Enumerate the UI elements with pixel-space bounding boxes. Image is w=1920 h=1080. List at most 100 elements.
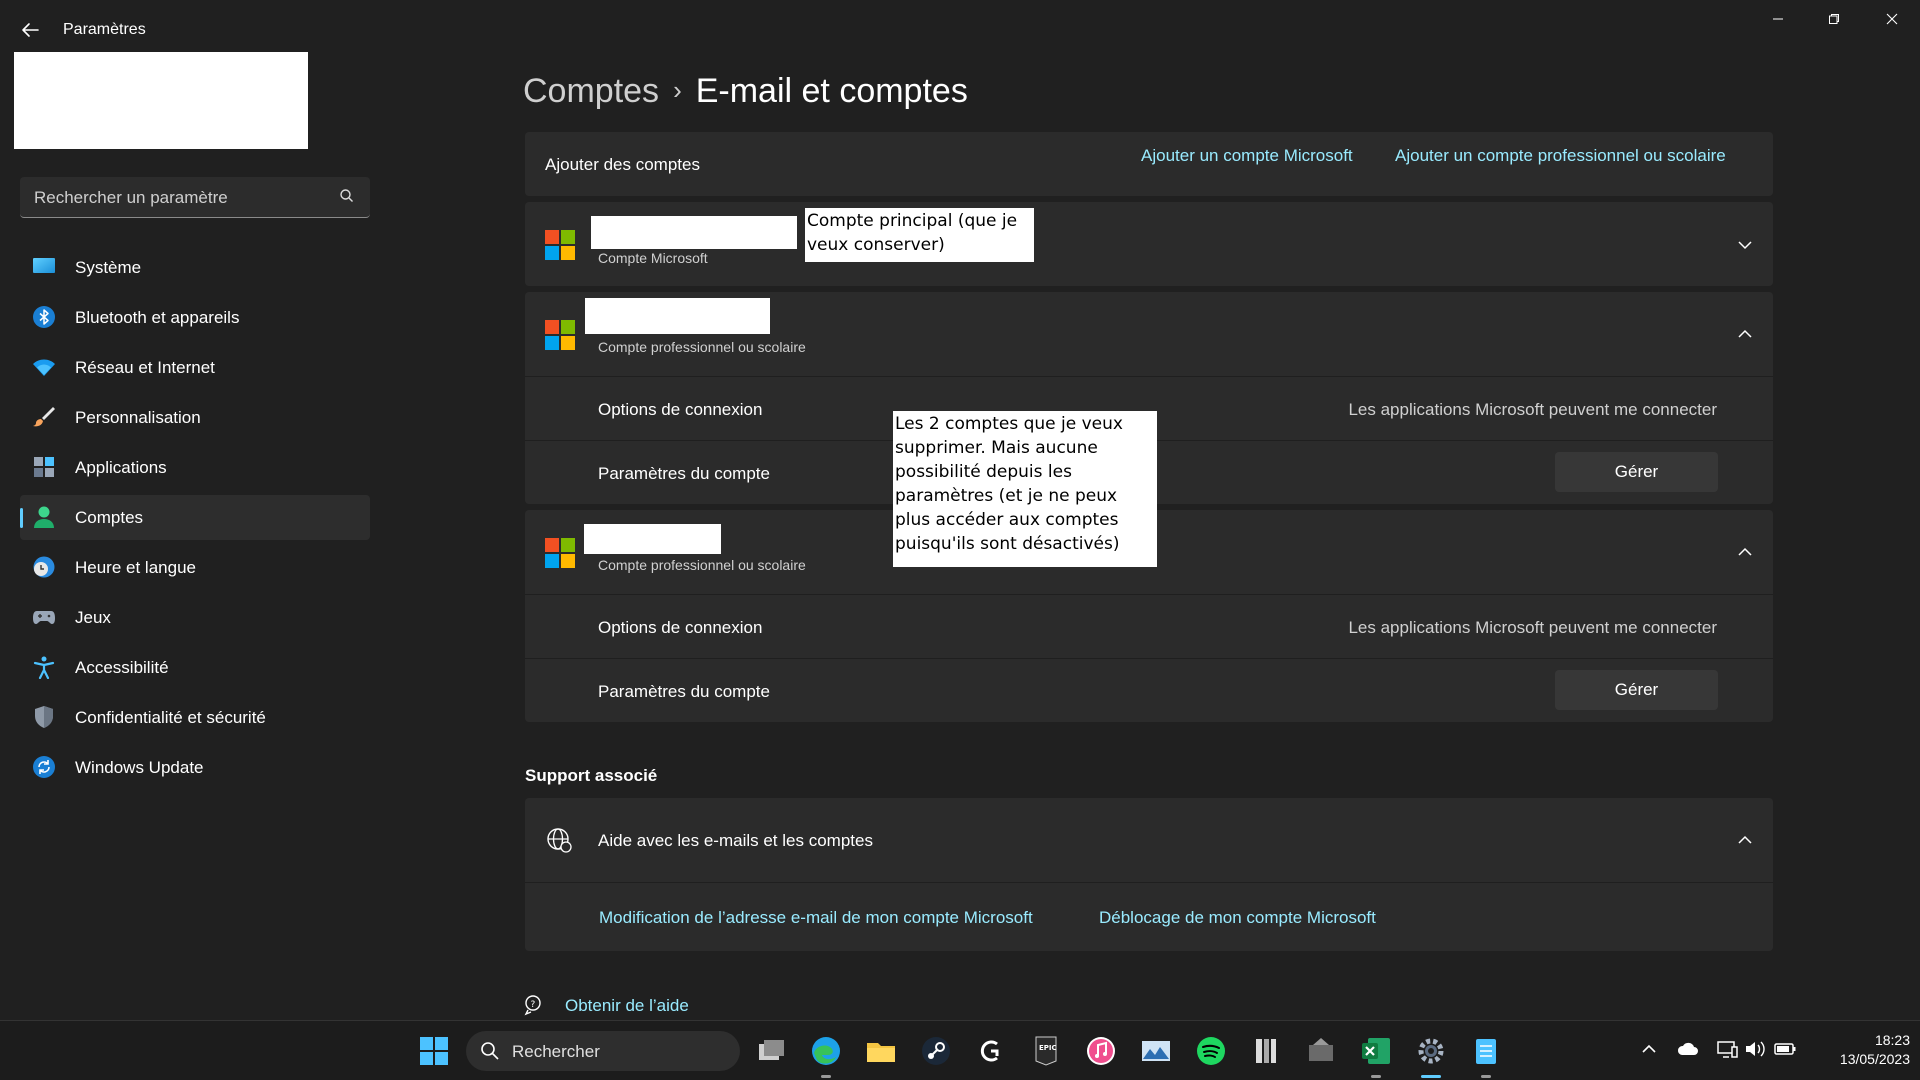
cloud-icon[interactable] — [1676, 1037, 1700, 1061]
search-placeholder: Rechercher un paramètre — [34, 188, 228, 207]
sidebar-item-bluetooth[interactable]: Bluetooth et appareils — [20, 295, 370, 340]
logitech-icon[interactable] — [975, 1035, 1007, 1067]
sidebar-item-windows-update[interactable]: Windows Update — [20, 745, 370, 790]
settings-icon[interactable] — [1415, 1035, 1447, 1067]
manage-button[interactable]: Gérer — [1555, 452, 1718, 492]
chevron-up-icon[interactable] — [1637, 1037, 1661, 1061]
get-help-link[interactable]: Obtenir de l’aide — [565, 996, 689, 1016]
account-type: Compte Microsoft — [598, 250, 708, 266]
clock-time: 18:23 — [1874, 1032, 1910, 1048]
chevron-down-icon[interactable] — [1735, 235, 1755, 255]
support-section-title: Support associé — [525, 766, 658, 785]
running-indicator — [1371, 1075, 1381, 1078]
accessibility-icon — [32, 655, 56, 680]
chevron-up-icon[interactable] — [1735, 324, 1755, 344]
app-icon-2[interactable] — [1305, 1035, 1337, 1067]
sidebar-item-personnalisation[interactable]: Personnalisation — [20, 395, 370, 440]
add-work-account-link[interactable]: Ajouter un compte professionnel ou scola… — [1395, 146, 1726, 166]
divider — [525, 376, 1773, 377]
support-card: Aide avec les e-mails et les comptes Mod… — [525, 798, 1773, 951]
itunes-icon[interactable] — [1085, 1035, 1117, 1067]
chevron-up-icon[interactable] — [1735, 830, 1755, 850]
sidebar-item-reseau[interactable]: Réseau et Internet — [20, 345, 370, 390]
chevron-up-icon[interactable] — [1735, 542, 1755, 562]
close-icon[interactable] — [1870, 8, 1914, 32]
battery-icon[interactable] — [1773, 1037, 1797, 1061]
change-email-link[interactable]: Modification de l’adresse e-mail de mon … — [599, 908, 1033, 928]
steam-icon[interactable] — [920, 1035, 952, 1067]
maximize-icon[interactable] — [1812, 8, 1856, 32]
task-view-icon[interactable] — [755, 1035, 787, 1067]
sidebar-item-jeux[interactable]: Jeux — [20, 595, 370, 640]
update-icon — [32, 755, 56, 779]
sidebar-item-label: Windows Update — [75, 758, 204, 777]
profile-redacted — [14, 52, 308, 149]
edge-icon[interactable] — [810, 1035, 842, 1067]
taskbar-search-label: Rechercher — [512, 1042, 600, 1061]
account-name-redacted — [584, 524, 721, 554]
microsoft-logo-icon — [545, 320, 575, 350]
running-indicator — [821, 1075, 831, 1078]
add-accounts-label: Ajouter des comptes — [545, 155, 700, 174]
account-settings-label: Paramètres du compte — [598, 464, 770, 483]
spotify-icon[interactable] — [1195, 1035, 1227, 1067]
sign-in-options-label: Options de connexion — [598, 400, 763, 419]
active-indicator — [1421, 1075, 1441, 1078]
taskbar: Rechercher EPIC 18:23 13/05/2023 — [0, 1020, 1920, 1080]
sidebar-item-label: Personnalisation — [75, 408, 201, 427]
globe-help-icon — [545, 826, 573, 854]
sign-in-options-value[interactable]: Les applications Microsoft peuvent me co… — [1348, 618, 1717, 638]
file-explorer-icon[interactable] — [865, 1035, 897, 1067]
network-icon[interactable] — [1715, 1037, 1739, 1061]
sidebar-item-label: Jeux — [75, 608, 111, 627]
sidebar-item-label: Accessibilité — [75, 658, 169, 677]
divider — [525, 658, 1773, 659]
chevron-right-icon: › — [673, 75, 682, 105]
sidebar-item-heure-langue[interactable]: Heure et langue — [20, 545, 370, 590]
account-type: Compte professionnel ou scolaire — [598, 339, 806, 355]
photo-app-icon[interactable] — [1140, 1035, 1172, 1067]
system-clock[interactable]: 18:23 13/05/2023 — [1810, 1031, 1910, 1069]
page-title: Comptes › E-mail et comptes — [523, 72, 968, 111]
search-icon — [480, 1041, 500, 1066]
windows-start-icon[interactable] — [418, 1035, 450, 1067]
account-name-redacted — [591, 216, 797, 249]
annotation-main-account: Compte principal (que je veux conserver) — [805, 208, 1034, 262]
account-card-microsoft[interactable]: Compte Microsoft — [525, 202, 1773, 286]
monitor-icon — [32, 255, 56, 279]
excel-icon[interactable] — [1360, 1035, 1392, 1067]
sidebar-item-accessibilite[interactable]: Accessibilité — [20, 645, 370, 690]
sidebar-nav: Système Bluetooth et appareils Réseau et… — [20, 245, 370, 795]
microsoft-logo-icon — [545, 538, 575, 568]
sidebar-item-label: Heure et langue — [75, 558, 196, 577]
search-icon[interactable] — [338, 187, 356, 205]
app-icon[interactable] — [1250, 1035, 1282, 1067]
taskbar-search[interactable]: Rechercher — [466, 1031, 740, 1071]
sidebar-item-label: Confidentialité et sécurité — [75, 708, 266, 727]
volume-icon[interactable] — [1743, 1037, 1767, 1061]
sidebar-item-applications[interactable]: Applications — [20, 445, 370, 490]
sidebar-item-comptes[interactable]: Comptes — [20, 495, 370, 540]
sign-in-options-value[interactable]: Les applications Microsoft peuvent me co… — [1348, 400, 1717, 420]
shield-icon — [32, 705, 56, 729]
account-name-redacted — [585, 298, 770, 334]
sidebar-item-label: Applications — [75, 458, 167, 477]
breadcrumb-parent[interactable]: Comptes — [523, 72, 659, 110]
epic-games-icon[interactable]: EPIC — [1030, 1035, 1062, 1067]
notepad-icon[interactable] — [1470, 1035, 1502, 1067]
app-title: Paramètres — [63, 21, 146, 38]
settings-search-input[interactable]: Rechercher un paramètre — [20, 177, 370, 218]
unlock-account-link[interactable]: Déblocage de mon compte Microsoft — [1099, 908, 1376, 928]
user-icon — [32, 505, 56, 529]
sidebar-item-systeme[interactable]: Système — [20, 245, 370, 290]
annotation-remove-accounts: Les 2 comptes que je veux supprimer. Mai… — [893, 411, 1157, 567]
add-microsoft-account-link[interactable]: Ajouter un compte Microsoft — [1141, 146, 1353, 166]
sidebar-item-label: Système — [75, 258, 142, 277]
minimize-icon[interactable] — [1756, 8, 1800, 32]
sidebar-item-label: Comptes — [75, 508, 144, 527]
sidebar-item-label: Réseau et Internet — [75, 358, 215, 377]
clock-date: 13/05/2023 — [1839, 1051, 1910, 1067]
back-arrow-icon[interactable] — [18, 18, 42, 42]
sidebar-item-confidentialite[interactable]: Confidentialité et sécurité — [20, 695, 370, 740]
manage-button[interactable]: Gérer — [1555, 670, 1718, 710]
